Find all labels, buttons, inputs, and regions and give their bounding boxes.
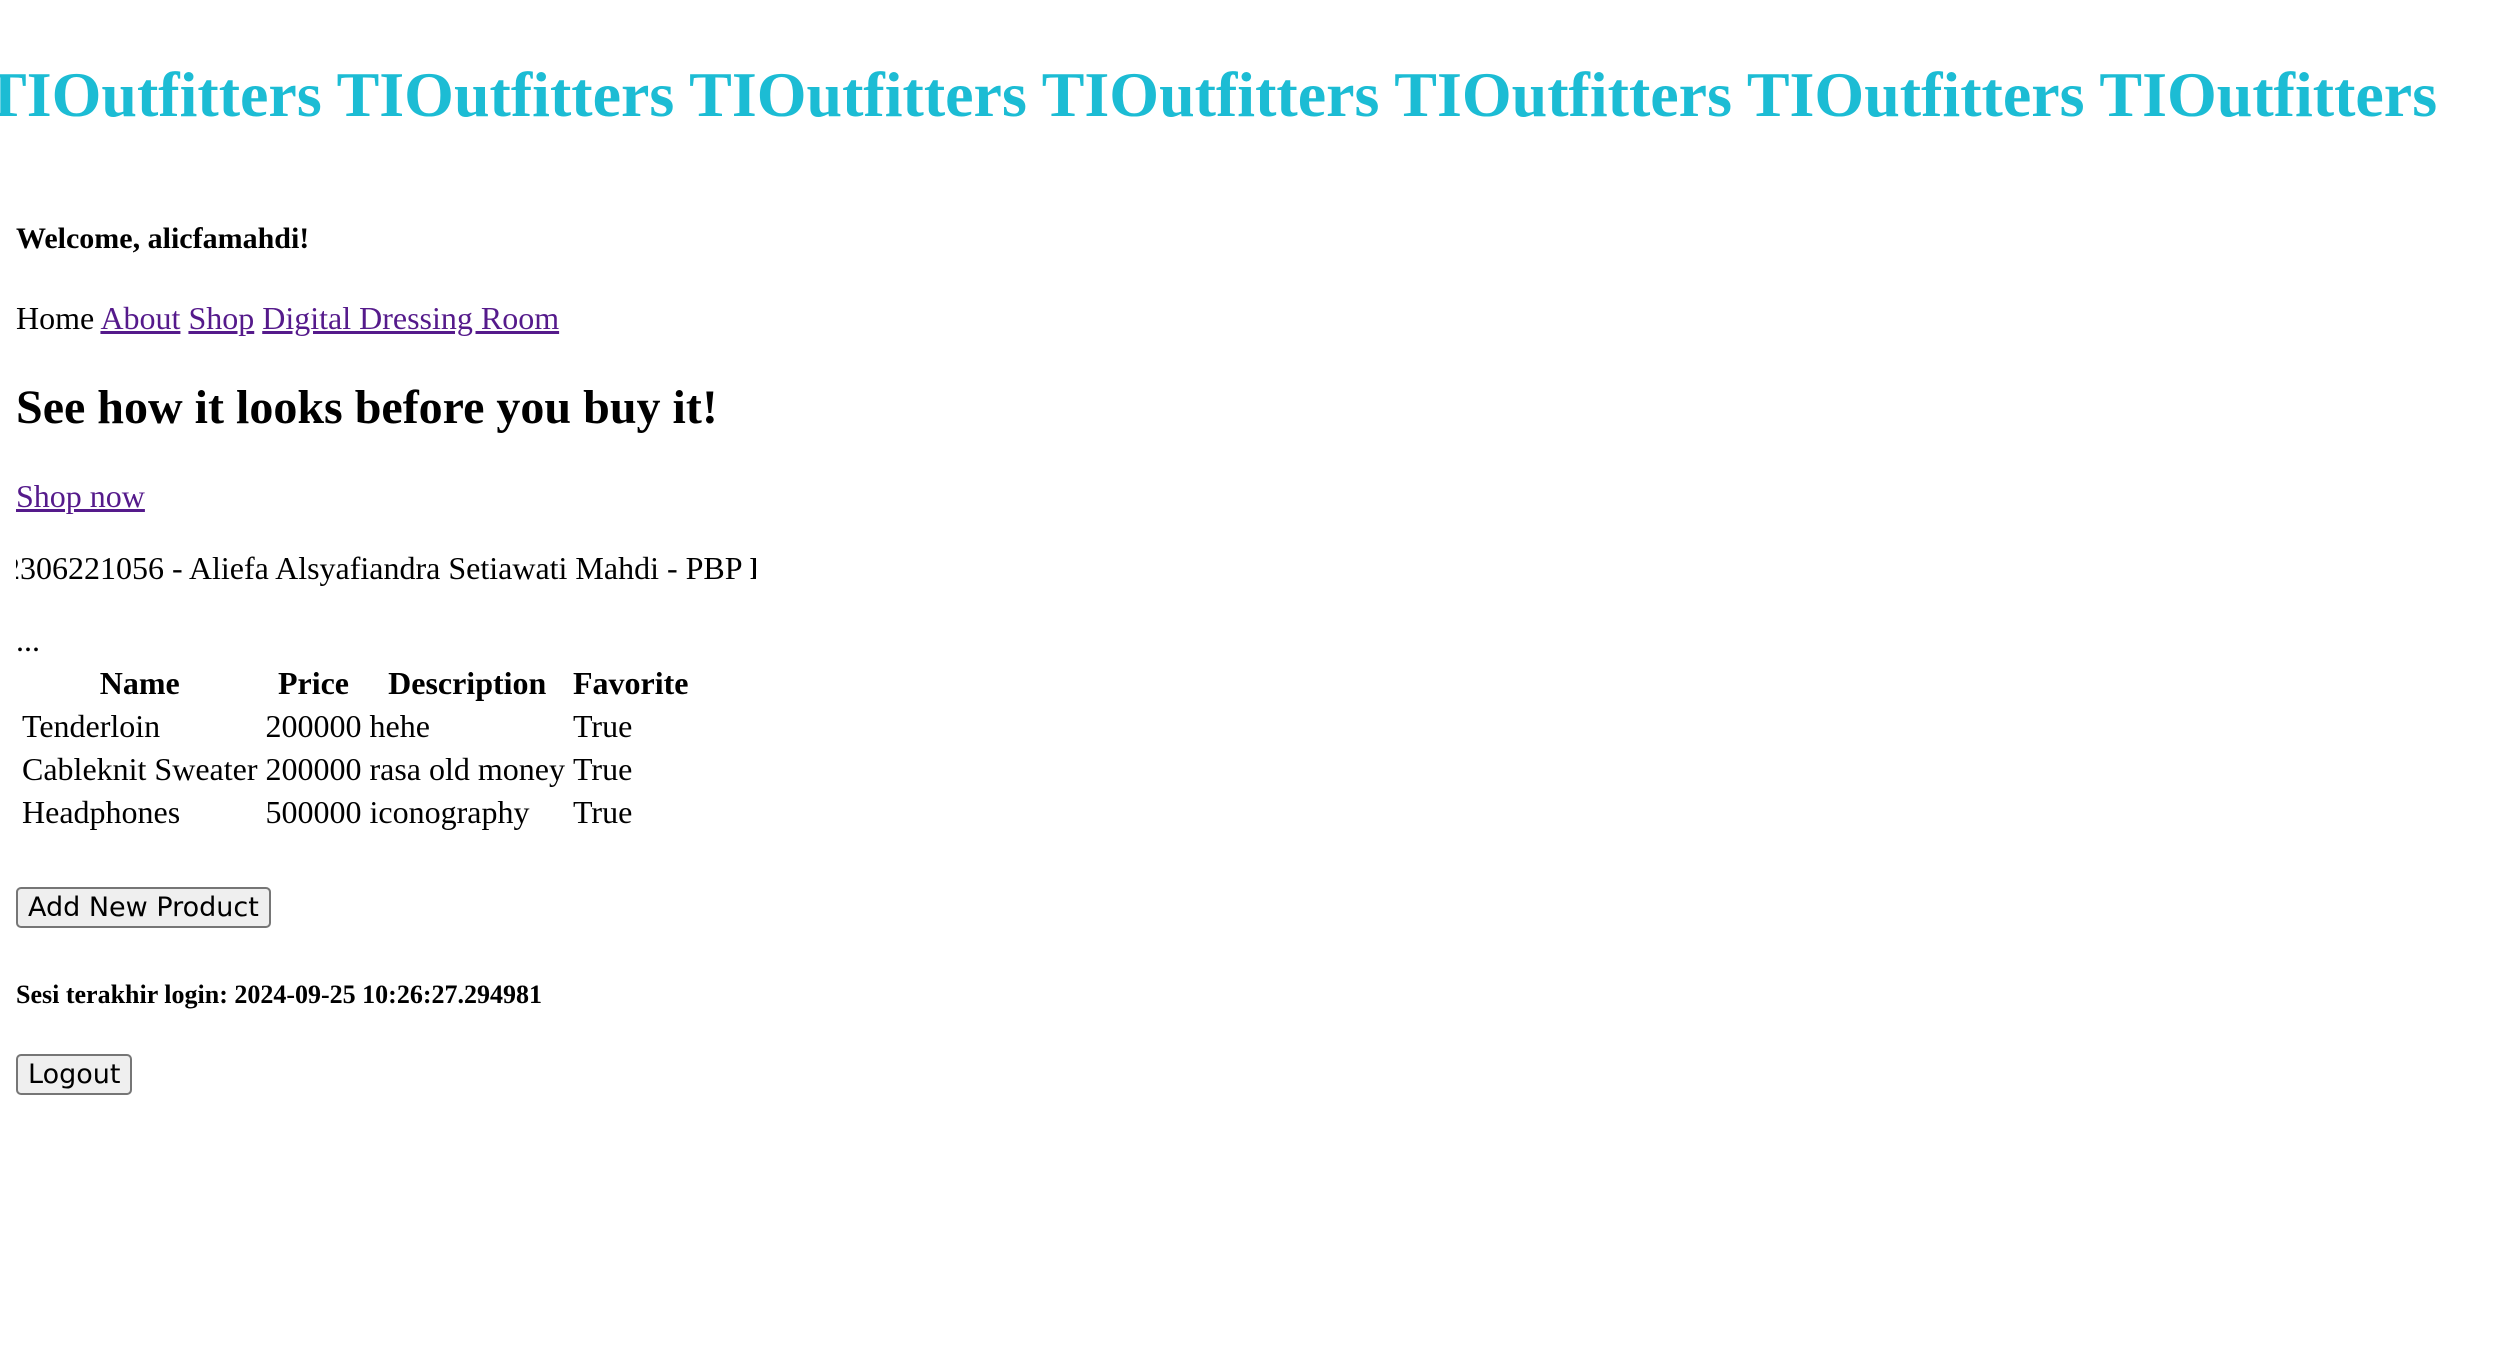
table-header-row: Name Price Description Favorite (20, 664, 690, 703)
product-table: Name Price Description Favorite Tenderlo… (16, 660, 694, 836)
welcome-message: Welcome, alicfamahdi! (16, 222, 310, 255)
credit-marquee: 2306221056 - Aliefa Alsyafiandra Setiawa… (16, 550, 756, 587)
shop-now-link[interactable]: Shop now (16, 478, 145, 515)
add-new-product-button[interactable]: Add New Product (16, 887, 271, 928)
cell-description: hehe (369, 708, 430, 744)
column-header-price: Price (277, 665, 349, 701)
nav-link-about[interactable]: About (100, 300, 180, 336)
cell-favorite: True (572, 708, 633, 744)
cell-name: Tenderloin (22, 708, 161, 744)
main-nav: Home About Shop Digital Dressing Room (16, 300, 559, 337)
hero-headline: See how it looks before you buy it! (16, 381, 718, 434)
cell-price: 200000 (265, 708, 362, 744)
cell-price: 500000 (265, 794, 362, 830)
credit-text: 2306221056 - Aliefa Alsyafiandra Setiawa… (16, 550, 756, 586)
cell-description: rasa old money (369, 751, 565, 787)
table-row: Headphones 500000 iconography True (20, 793, 690, 832)
last-login-text: Sesi terakhir login: 2024-09-25 10:26:27… (16, 980, 542, 1009)
table-row: Cableknit Sweater 200000 rasa old money … (20, 750, 690, 789)
cell-price: 200000 (265, 751, 362, 787)
cell-favorite: True (572, 794, 633, 830)
cell-favorite: True (572, 751, 633, 787)
cell-name: Headphones (22, 794, 181, 830)
cell-description: iconography (369, 794, 530, 830)
nav-link-digital-dressing-room[interactable]: Digital Dressing Room (262, 300, 559, 336)
nav-link-shop[interactable]: Shop (188, 300, 254, 336)
column-header-name: Name (99, 665, 180, 701)
table-row: Tenderloin 200000 hehe True (20, 707, 690, 746)
column-header-description: Description (388, 665, 547, 701)
cell-name: Cableknit Sweater (22, 751, 258, 787)
nav-home: Home (16, 300, 95, 336)
column-header-favorite: Favorite (572, 665, 689, 701)
ellipsis-text: ... (16, 622, 40, 658)
brand-marquee: TIOutfitters TIOutfitters TIOutfitters T… (0, 58, 2520, 132)
brand-marquee-text: TIOutfitters TIOutfitters TIOutfitters T… (0, 59, 2438, 130)
logout-button[interactable]: Logout (16, 1054, 133, 1095)
